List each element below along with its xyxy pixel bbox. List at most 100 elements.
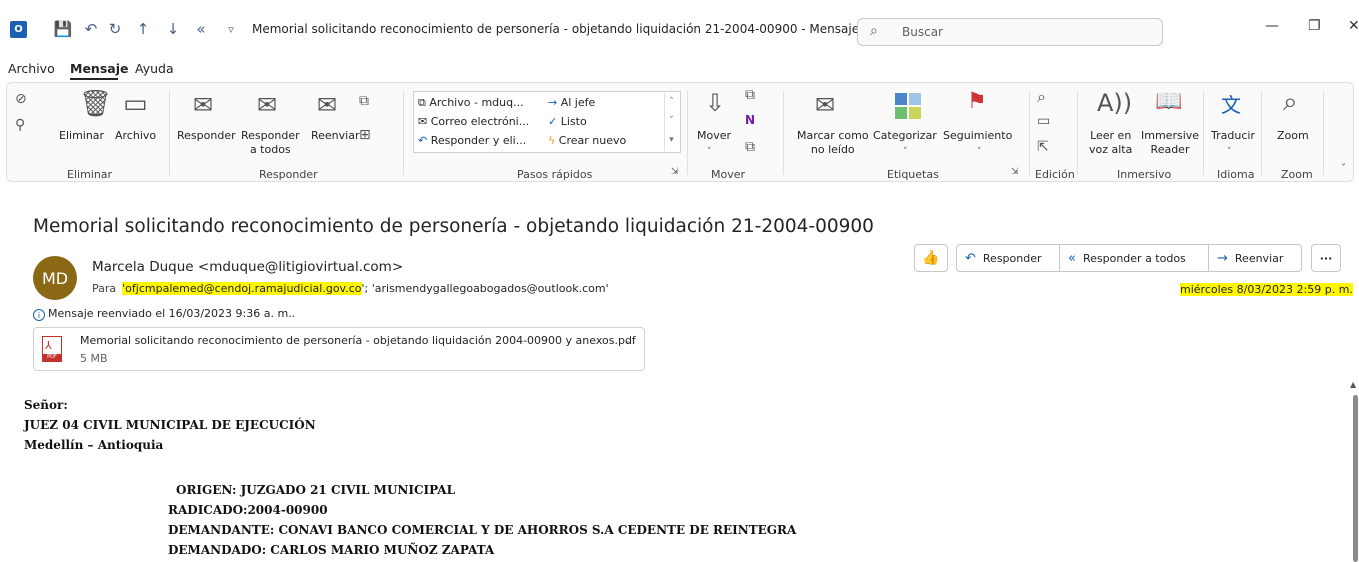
meeting-reply-icon[interactable]: ⧉: [359, 93, 369, 109]
more-respond-icon[interactable]: ⊞: [359, 127, 371, 143]
scroll-thumb[interactable]: [1353, 395, 1358, 562]
ribbon-separator: [1203, 91, 1204, 175]
quick-step-responder-eliminar-label: Responder y eli...: [430, 134, 527, 147]
attachment-card[interactable]: ⅄ PDF Memorial solicitando reconocimient…: [33, 327, 645, 371]
translate-button[interactable]: Traducir: [1211, 129, 1255, 143]
mail-icon: ✉: [418, 115, 431, 128]
quick-steps-scroll[interactable]: ˄ ˅ ▾: [664, 93, 678, 151]
quick-step-al-jefe[interactable]: → Al jefe: [548, 96, 595, 109]
quick-step-correo[interactable]: ✉ Correo electróni...: [418, 115, 529, 128]
tab-mensaje[interactable]: Mensaje: [70, 61, 128, 76]
recipient-2[interactable]: '; 'arismendygallegoabogados@outlook.com…: [362, 282, 609, 295]
redo-icon[interactable]: ↻: [104, 18, 126, 40]
collapse-ribbon-icon[interactable]: ˅: [1341, 163, 1346, 174]
recipients-line: Para 'ofjcmpalemed@cendoj.ramajudicial.go…: [92, 282, 609, 295]
forward-icon: ✉: [317, 91, 338, 119]
reply-arrow-icon: ↶: [965, 250, 976, 266]
pdf-mark: ⅄: [45, 339, 52, 352]
next-item-icon[interactable]: ↓: [162, 18, 184, 40]
ignore-icon[interactable]: ⊘: [15, 91, 27, 107]
body-radicado: RADICADO:2004-00900: [168, 503, 328, 517]
message-subject: Memorial solicitando reconocimiento de p…: [33, 216, 874, 237]
reading-pane-scrollbar[interactable]: ▲: [1350, 380, 1359, 562]
group-label-pasos-rapidos: Pasos rápidos: [517, 168, 593, 181]
customize-toolbar-icon[interactable]: ▿: [220, 18, 242, 40]
reply-all-action-button[interactable]: « Responder a todos: [1059, 244, 1209, 272]
mark-unread-button[interactable]: Marcar como no leído: [797, 129, 869, 157]
minimize-icon[interactable]: —: [1265, 18, 1279, 34]
category-square: [895, 107, 907, 119]
forward-action-button[interactable]: → Reenviar: [1208, 244, 1302, 272]
reply-all-action-label: Responder a todos: [1082, 251, 1186, 265]
category-square: [895, 93, 907, 105]
archive-button[interactable]: Archivo: [115, 129, 156, 143]
read-aloud-button[interactable]: Leer en voz alta: [1089, 129, 1132, 157]
zoom-button[interactable]: Zoom: [1277, 129, 1309, 143]
quick-step-crear-nuevo-label: Crear nuevo: [558, 134, 627, 147]
pdf-icon: ⅄ PDF: [42, 336, 62, 362]
save-icon[interactable]: 💾: [52, 18, 74, 40]
related-icon[interactable]: ▭: [1037, 113, 1050, 129]
like-button[interactable]: 👍: [914, 244, 948, 272]
outlook-app-icon: O: [10, 21, 27, 38]
immersive-label-2: Reader: [1150, 143, 1190, 156]
rules-icon[interactable]: ⚲: [15, 117, 25, 133]
group-label-inmersivo: Inmersivo: [1117, 168, 1172, 181]
mark-unread-label-2: no leído: [810, 143, 855, 156]
reply-all-quick-icon[interactable]: «: [190, 18, 212, 40]
reply-all-arrow-icon: «: [1068, 250, 1076, 266]
chevron-down-icon[interactable]: ˅: [977, 147, 982, 157]
arrow-right-icon: →: [548, 96, 561, 109]
sender[interactable]: Marcela Duque <mduque@litigiovirtual.com…: [92, 259, 403, 275]
quick-step-crear-nuevo[interactable]: ϟ Crear nuevo: [548, 134, 626, 147]
chevron-down-icon[interactable]: ˅: [624, 340, 630, 354]
reply-button[interactable]: Responder: [177, 129, 236, 143]
reply-all-button[interactable]: Responder a todos: [241, 129, 300, 157]
read-aloud-label-1: Leer en: [1090, 129, 1132, 142]
recipient-1[interactable]: 'ofjcmpalemed@cendoj.ramajudicial.gov.co: [122, 282, 362, 295]
chevron-down-icon[interactable]: ˅: [707, 147, 712, 157]
search-input[interactable]: ⌕ Buscar: [857, 18, 1163, 46]
search-placeholder: Buscar: [902, 25, 943, 39]
forward-button[interactable]: Reenviar: [311, 129, 360, 143]
quick-step-listo[interactable]: ✓ Listo: [548, 115, 587, 128]
more-move-icon[interactable]: ⧉: [745, 139, 755, 155]
avatar[interactable]: MD: [33, 256, 77, 300]
zoom-icon: ⌕: [1283, 87, 1298, 117]
scroll-up-icon[interactable]: ▲: [1350, 380, 1356, 389]
quick-step-archivo[interactable]: ⧉ Archivo - mduq...: [418, 96, 524, 110]
close-icon[interactable]: ✕: [1348, 18, 1359, 34]
restore-icon[interactable]: ❐: [1308, 18, 1321, 34]
immersive-reader-button[interactable]: Immersive Reader: [1141, 129, 1199, 157]
delete-button[interactable]: Eliminar: [59, 129, 104, 143]
quick-step-responder-eliminar[interactable]: ↶ Responder y eli...: [418, 134, 526, 147]
move-button[interactable]: Mover: [697, 129, 731, 143]
trash-icon: 🗑: [79, 89, 113, 119]
quick-step-listo-label: Listo: [560, 115, 587, 128]
categorize-button[interactable]: Categorizar: [873, 129, 937, 143]
thumbs-up-icon: 👍: [922, 250, 940, 266]
more-actions-button[interactable]: ···: [1311, 244, 1341, 272]
read-aloud-icon: A)): [1097, 89, 1133, 117]
group-label-etiquetas: Etiquetas: [887, 168, 939, 181]
rules-move-icon[interactable]: ⧉: [745, 87, 755, 103]
tab-ayuda[interactable]: Ayuda: [135, 61, 174, 76]
body-city: Medellín – Antioquia: [24, 438, 164, 452]
undo-icon[interactable]: ↶: [80, 18, 102, 40]
chevron-down-icon[interactable]: ˅: [903, 147, 908, 157]
dialog-launcher-icon[interactable]: ⇲: [671, 167, 679, 177]
quick-steps-gallery: ⧉ Archivo - mduq... → Al jefe ✉ Correo e…: [413, 91, 681, 153]
followup-button[interactable]: Seguimiento: [943, 129, 1012, 143]
pdf-tag: PDF: [43, 354, 61, 361]
find-icon[interactable]: ⌕: [1037, 87, 1046, 107]
ribbon-separator: [169, 91, 170, 175]
ribbon-separator: [1077, 91, 1078, 175]
previous-item-icon[interactable]: ↑: [132, 18, 154, 40]
dialog-launcher-icon[interactable]: ⇲: [1011, 167, 1019, 177]
chevron-down-icon[interactable]: ˅: [1227, 147, 1232, 157]
tab-archivo[interactable]: Archivo: [8, 61, 55, 76]
select-icon[interactable]: ⇱: [1037, 139, 1049, 155]
immersive-label-1: Immersive: [1141, 129, 1200, 142]
reply-action-button[interactable]: ↶ Responder: [956, 244, 1060, 272]
onenote-icon[interactable]: N: [745, 113, 755, 127]
